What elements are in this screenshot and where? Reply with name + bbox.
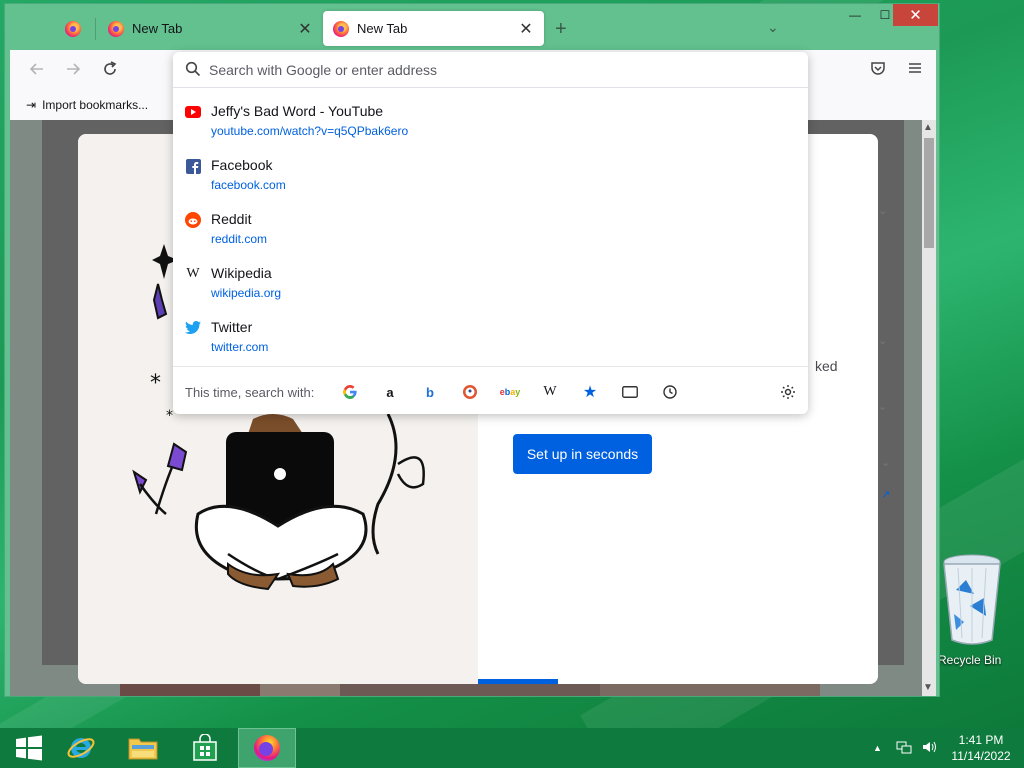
suggestion-row[interactable]: Jeffy's Bad Word - YouTube youtube.com/w… [173,100,808,150]
tabs-icon[interactable] [619,381,641,403]
tab-pinned-firefox[interactable] [55,11,91,46]
new-tab-button[interactable]: + [555,18,567,41]
taskbar: ▲ 1:41 PM 11/14/2022 [0,728,1024,768]
bookmarks-icon[interactable]: ★ [579,381,601,403]
firefox-taskbar-button[interactable] [238,728,296,768]
suggestion-url: twitter.com [211,340,269,354]
scroll-up-icon[interactable]: ▲ [923,122,933,133]
twitter-icon [185,320,201,336]
chevron-down-icon[interactable]: ⌄ [878,204,887,217]
tab-close-icon[interactable]: ✕ [297,19,313,39]
windows-logo-icon [16,735,42,761]
scrollbar-thumb[interactable] [924,138,934,248]
system-clock[interactable]: 1:41 PM 11/14/2022 [946,732,1016,764]
forward-arrow-icon [67,63,81,75]
volume-icon[interactable] [922,740,938,757]
file-explorer-button[interactable] [114,728,172,768]
import-bookmarks-link[interactable]: Import bookmarks... [42,98,148,112]
suggestion-title: Reddit [211,211,252,227]
tab-label: New Tab [357,21,408,36]
folder-icon [128,738,158,760]
search-icon [185,61,201,77]
urlbar-dropdown: Jeffy's Bad Word - YouTube youtube.com/w… [173,52,808,414]
onboarding-progress-bar [478,679,558,684]
reload-icon [104,61,117,75]
app-menu-button[interactable] [903,60,927,81]
show-hidden-icons-icon[interactable]: ▲ [873,743,882,753]
set-up-button[interactable]: Set up in seconds [513,434,652,474]
chevron-down-icon[interactable]: ⌄ [878,400,887,413]
wikipedia-icon: W [186,266,200,281]
pocket-icon [871,62,885,75]
suggestion-title: Jeffy's Bad Word - YouTube [211,103,384,119]
clock-time: 1:41 PM [958,733,1004,747]
store-button[interactable] [176,728,234,768]
import-icon: ⇥ [26,98,37,112]
suggestion-url: facebook.com [211,178,286,192]
hamburger-menu-icon [909,63,921,73]
svg-text:*: * [166,408,173,424]
recycle-bin-shortcut[interactable]: Recycle Bin [930,550,1024,670]
system-tray: ▲ [873,728,938,768]
tab-bar: New Tab ✕ New Tab ✕ + ⌄ — ☐ ✕ [5,4,941,50]
suggestion-url: wikipedia.org [211,286,282,300]
tab-new-tab-1[interactable]: New Tab ✕ [98,11,323,46]
youtube-icon [185,104,201,120]
recycle-bin-label: Recycle Bin [938,653,1002,667]
chevron-down-icon[interactable]: ⌄ [878,334,887,347]
tab-new-tab-2-active[interactable]: New Tab ✕ [323,11,544,46]
suggestion-row[interactable]: Twitter twitter.com [173,316,808,366]
reload-button[interactable] [98,60,122,83]
firefox-icon [254,735,280,761]
firefox-icon [65,20,81,37]
recycle-bin-icon [943,554,1001,645]
forward-button[interactable] [61,60,85,83]
history-icon[interactable] [659,381,681,403]
chevron-down-icon[interactable]: ⌄ [881,456,890,469]
suggestion-title: Wikipedia [211,265,272,281]
suggestion-row[interactable]: Reddit reddit.com [173,208,808,258]
tab-close-icon[interactable]: ✕ [518,19,534,39]
suggestion-row[interactable]: Facebook facebook.com [173,154,808,204]
one-off-search-label: This time, search with: [185,385,315,400]
reddit-icon [185,212,201,228]
firefox-icon [108,20,124,37]
scroll-down-icon[interactable]: ▼ [923,682,933,693]
one-off-search-bar: This time, search with: a b ebay W ★ [173,366,808,414]
back-button[interactable] [25,60,49,83]
top-sites-thumbnails [120,682,820,696]
suggestion-title: Twitter [211,319,253,335]
firefox-icon [333,20,349,37]
ebay-icon[interactable]: ebay [499,381,521,403]
gear-icon[interactable] [777,381,799,403]
google-icon[interactable] [339,381,361,403]
minimize-button[interactable]: — [840,4,870,26]
suggestion-row[interactable]: W Wikipedia wikipedia.org [173,262,808,312]
network-icon[interactable] [896,740,912,757]
start-button[interactable] [0,728,58,768]
address-input[interactable] [209,58,789,82]
close-window-button[interactable]: ✕ [893,4,938,26]
amazon-icon[interactable]: a [379,381,401,403]
suggestion-title: Facebook [211,157,273,173]
internet-explorer-button[interactable] [52,728,110,768]
suggestion-url: reddit.com [211,232,268,246]
list-all-tabs-button[interactable]: ⌄ [767,19,779,36]
wikipedia-icon[interactable]: W [539,381,561,403]
facebook-icon [185,158,201,174]
tab-label: New Tab [132,21,183,36]
external-link-icon[interactable]: ↗ [881,488,890,501]
clock-date: 11/14/2022 [951,749,1011,763]
back-arrow-icon [29,63,43,75]
svg-text:*: * [150,371,161,396]
pocket-button[interactable] [866,60,890,80]
duckduckgo-icon[interactable] [459,381,481,403]
bing-icon[interactable]: b [419,381,441,403]
partial-page-text: ked [815,358,838,374]
internet-explorer-icon [67,738,95,758]
store-icon [193,734,217,761]
urlbar [173,52,808,88]
suggestion-url: youtube.com/watch?v=q5QPbak6ero [211,124,409,138]
